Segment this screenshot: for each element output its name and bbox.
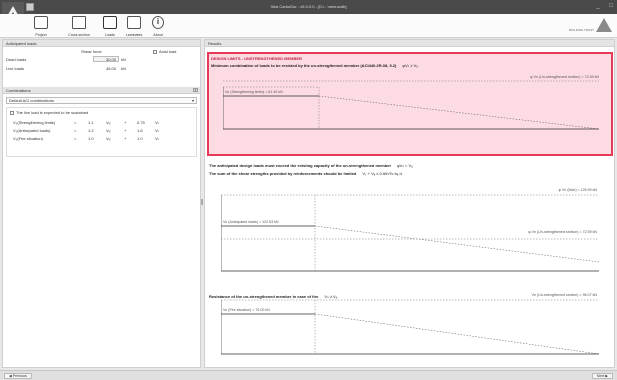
navigation-bar: ◀ Previous Next ▶ <box>0 370 617 380</box>
formula-coef-dead: 1.1 <box>88 120 94 125</box>
formula-label: V₀(Strengthening limits) <box>13 120 56 125</box>
chevron-down-icon: ▾ <box>191 98 194 103</box>
anticipated-diagram: φ Vn (Max) = 125.59 kN Vu (Anticipated l… <box>221 183 599 275</box>
formula-label: V₀(Fire situation) <box>13 136 43 141</box>
formula-label: V₀(Anticipated loads) <box>13 128 51 133</box>
project-icon <box>34 16 48 29</box>
next-button[interactable]: Next ▶ <box>591 373 613 379</box>
save-icon[interactable] <box>26 3 34 11</box>
anticipated-text-1: The anticipated design loads must exceed… <box>209 163 392 168</box>
formula-coef-dead: 1.0 <box>88 136 94 141</box>
anticipated-left-label: Vu (Anticipated loads) = 122.53 kN <box>223 220 279 224</box>
sustained-label: The live load is expected to be sustaine… <box>16 110 89 115</box>
input-panel: Anticipated loads Shear force Axial load… <box>2 39 201 368</box>
combinations-title: Combinations <box>6 88 31 93</box>
brand-text: BUILDING TRUST <box>569 28 594 32</box>
formula-coef-live: 1.6 <box>137 128 143 133</box>
fire-left-label: Vu (Fire situation) = 75.00 kN <box>223 308 270 312</box>
formula-coef-live: 1.0 <box>137 136 143 141</box>
cross-section-icon <box>72 16 86 29</box>
anticipated-subheading-2: The sum of the shear strengths provided … <box>209 171 402 176</box>
combinations-header: Combinations ▾ <box>3 87 200 94</box>
dead-loads-label: Dead loads <box>6 57 27 62</box>
design-limits-top-label: φ Vn (Un-strengthened section) = 72.59 k… <box>530 75 599 79</box>
brand-logo: BUILDING TRUST <box>566 16 614 36</box>
ribbon: Project Cross section Loads Laminates i … <box>0 14 617 38</box>
anticipated-top-label: φ Vn (Max) = 125.59 kN <box>558 188 597 192</box>
checkbox-icon <box>153 49 157 54</box>
design-limits-heading: DESIGN LIMITS - UNSTRENGTHENED MEMBER <box>211 56 302 61</box>
collapse-icon[interactable]: ▾ <box>193 88 198 92</box>
formula-dead-term: Vₒₗ <box>106 136 111 141</box>
design-limits-box: DESIGN LIMITS - UNSTRENGTHENED MEMBER Mi… <box>207 52 613 156</box>
ribbon-label: About <box>153 33 163 37</box>
formula-eq: = <box>74 128 77 133</box>
splitter-grip[interactable] <box>201 199 203 205</box>
formula-coef-dead: 1.2 <box>88 128 94 133</box>
previous-button[interactable]: ◀ Previous <box>4 373 32 379</box>
window-title: Sika CarboDur - v5.0.0.0 - [D:\...\new.s… <box>270 4 347 9</box>
design-limits-subheading: Minimum combination of loads to be resis… <box>211 63 418 68</box>
formula-live-term: Vₗₗ <box>155 128 159 133</box>
ribbon-project-button[interactable]: Project <box>30 14 52 38</box>
anticipated-loads-table: Shear force Axial load Dead loads 30.00 … <box>3 47 200 87</box>
formula-plus: + <box>124 128 127 133</box>
dead-loads-unit: kN <box>121 57 126 62</box>
combination-selected-value: Default ACI combinations <box>9 98 54 103</box>
brand-icon <box>596 18 612 32</box>
anticipated-text-2: The sum of the shear strengths provided … <box>209 171 357 176</box>
loads-icon <box>103 16 117 29</box>
formula-coef-live: 0.75 <box>137 120 145 125</box>
anticipated-svg <box>221 194 599 272</box>
ribbon-label: Cross section <box>68 33 90 37</box>
laminates-icon <box>127 16 141 29</box>
axial-load-checkbox[interactable]: Axial load <box>153 49 176 54</box>
ribbon-laminates-button[interactable]: Laminates <box>123 14 145 38</box>
checkbox-icon <box>10 110 14 115</box>
window-controls: _ □ <box>588 3 613 9</box>
sustained-live-load-checkbox[interactable]: The live load is expected to be sustaine… <box>10 110 88 115</box>
formula-dead-term: Vₒₗ <box>106 120 111 125</box>
design-limits-diagram: φ Vn (Un-strengthened section) = 72.59 k… <box>223 72 599 132</box>
formula-eq: = <box>74 120 77 125</box>
design-limits-svg <box>223 80 599 130</box>
anticipated-loads-header: Anticipated loads <box>3 40 200 47</box>
live-loads-input[interactable]: 45.00 <box>93 65 119 71</box>
design-limits-math: φVₙ ≥ Vᵤ <box>402 63 418 68</box>
anticipated-math-2: Vₛ + Vₑ ≤ 0.66√f'c bₑ d <box>362 171 402 176</box>
fire-top-label: Vn (Un-strengthened section) = 96.07 kN <box>531 293 597 297</box>
dead-loads-input[interactable]: 30.00 <box>93 56 119 62</box>
axial-load-label: Axial load <box>159 49 177 54</box>
minimize-button[interactable]: _ <box>596 3 599 9</box>
anticipated-right-label: φ Vn (Un-strengthened section) = 72.59 k… <box>528 230 597 234</box>
results-panel: Results DESIGN LIMITS - UNSTRENGTHENED M… <box>204 39 615 368</box>
combination-formulas: The live load is expected to be sustaine… <box>6 107 197 157</box>
design-limits-text: Minimum combination of loads to be resis… <box>211 63 397 68</box>
formula-plus: + <box>124 120 127 125</box>
fire-diagram: Vn (Un-strengthened section) = 96.07 kN … <box>221 292 599 356</box>
maximize-button[interactable]: □ <box>609 3 613 9</box>
formula-dead-term: Vₒₗ <box>106 128 111 133</box>
title-bar: Sika CarboDur - v5.0.0.0 - [D:\...\new.s… <box>0 0 617 14</box>
combination-select[interactable]: Default ACI combinations ▾ <box>6 97 197 104</box>
ribbon-label: Project <box>35 33 47 37</box>
ribbon-about-button[interactable]: i About <box>147 14 169 38</box>
formula-eq: = <box>74 136 77 141</box>
results-header: Results <box>205 40 614 47</box>
info-icon: i <box>152 16 164 29</box>
live-loads-label: Live loads <box>6 66 25 71</box>
formula-plus: + <box>124 136 127 141</box>
formula-live-term: Vₗₗ <box>155 136 159 141</box>
shear-force-header: Shear force <box>81 49 102 54</box>
anticipated-math-1: φVₙ < Vᵤ <box>397 163 413 168</box>
formula-live-term: Vₗₗ <box>155 120 159 125</box>
fire-svg <box>221 299 599 355</box>
anticipated-subheading-1: The anticipated design loads must exceed… <box>209 163 413 168</box>
ribbon-loads-button[interactable]: Loads <box>99 14 121 38</box>
ribbon-cross-section-button[interactable]: Cross section <box>68 14 90 38</box>
live-loads-unit: kN <box>121 66 126 71</box>
design-limits-left-label: Vu (Strengthening limits) = 61.49 kN <box>225 90 283 94</box>
